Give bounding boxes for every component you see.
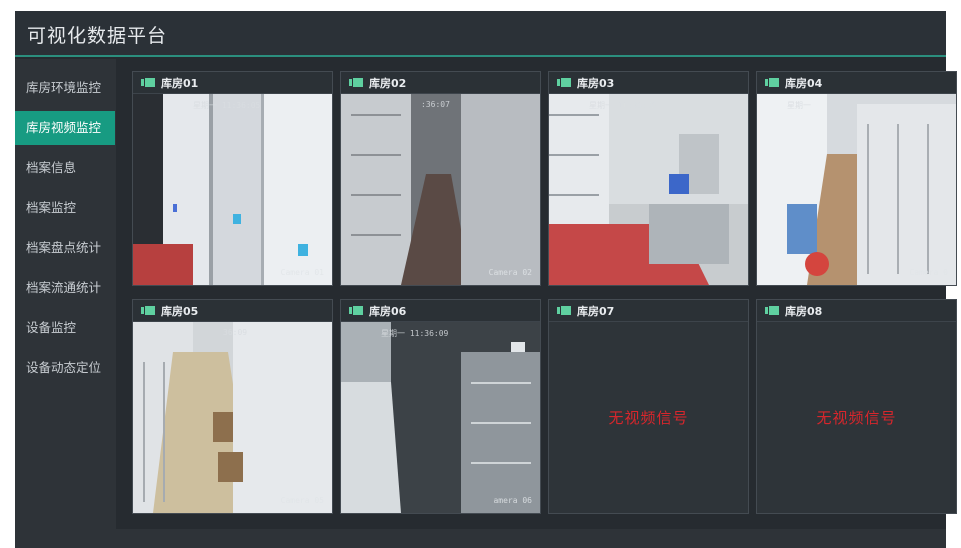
camera-label: Camera 0	[909, 268, 948, 277]
camera-feed[interactable]: 36:09 Camera 05	[133, 322, 332, 513]
camera-feed-image	[341, 94, 540, 285]
camera-icon	[141, 78, 155, 87]
camera-title: 库房07	[577, 304, 615, 318]
camera-timestamp: 星期一 11:36:09	[589, 101, 657, 110]
camera-panel-header: 库房07	[549, 300, 748, 322]
camera-timestamp: 星期一 11:36:05	[193, 101, 261, 110]
camera-timestamp: 星期一 11:36:09	[381, 329, 449, 338]
camera-feed[interactable]: 无视频信号	[549, 322, 748, 513]
camera-feed-image	[757, 94, 956, 285]
camera-timestamp: :36:07	[421, 100, 450, 109]
camera-timestamp: 星期一	[787, 101, 811, 110]
camera-icon	[141, 306, 155, 315]
camera-panel-header: 库房02	[341, 72, 540, 94]
camera-panel[interactable]: 库房08 无视频信号	[756, 299, 957, 514]
camera-feed-image	[133, 94, 332, 285]
camera-panel[interactable]: 库房02 :36:07 Camera 02	[340, 71, 541, 286]
camera-panel-header: 库房06	[341, 300, 540, 322]
sidebar-item-device-monitor[interactable]: 设备监控	[15, 311, 116, 345]
sidebar-item-device-location[interactable]: 设备动态定位	[15, 351, 116, 385]
camera-feed-image	[549, 94, 748, 285]
sidebar: 库房环境监控 库房视频监控 档案信息 档案监控 档案盘点统计 档案流通统计 设备…	[15, 59, 116, 529]
camera-label: Camera 01	[280, 268, 324, 277]
camera-feed-image	[133, 322, 332, 513]
camera-title: 库房01	[161, 76, 199, 90]
camera-title: 库房03	[577, 76, 615, 90]
camera-title: 库房02	[369, 76, 407, 90]
camera-panel[interactable]: 库房07 无视频信号	[548, 299, 749, 514]
camera-feed[interactable]: 无视频信号	[757, 322, 956, 513]
camera-label: Camera 05	[280, 496, 324, 505]
camera-feed-image	[341, 322, 540, 513]
camera-panel-header: 库房03	[549, 72, 748, 94]
camera-panel[interactable]: 库房06 星期一 11:36:09 amera 06	[340, 299, 541, 514]
camera-panel-header: 库房01	[133, 72, 332, 94]
camera-title: 库房04	[785, 76, 823, 90]
camera-feed[interactable]: 星期一 Camera 0	[757, 94, 956, 285]
camera-icon	[765, 306, 779, 315]
app-window: 可视化数据平台 库房环境监控 库房视频监控 档案信息 档案监控 档案盘点统计 档…	[15, 11, 957, 548]
camera-panel[interactable]: 库房01 星期一 11:36:05 Camera 01	[132, 71, 333, 286]
page-title: 可视化数据平台	[27, 25, 168, 47]
camera-feed[interactable]: 星期一 11:36:09 amera 06	[341, 322, 540, 513]
camera-title: 库房06	[369, 304, 407, 318]
sidebar-item-inventory-stats[interactable]: 档案盘点统计	[15, 231, 116, 265]
camera-panel-header: 库房08	[757, 300, 956, 322]
camera-icon	[557, 306, 571, 315]
camera-feed[interactable]: 星期一 11:36:05 Camera 01	[133, 94, 332, 285]
sidebar-item-circulation-stats[interactable]: 档案流通统计	[15, 271, 116, 305]
camera-icon	[765, 78, 779, 87]
no-signal-message: 无视频信号	[757, 322, 956, 513]
header: 可视化数据平台	[15, 11, 946, 57]
camera-feed[interactable]: :36:07 Camera 02	[341, 94, 540, 285]
camera-label: amera 06	[493, 496, 532, 505]
camera-label: Camera 02	[488, 268, 532, 277]
camera-panel[interactable]: 库房03 星期一 11:36:09	[548, 71, 749, 286]
camera-icon	[349, 78, 363, 87]
camera-panel-header: 库房04	[757, 72, 956, 94]
camera-panel[interactable]: 库房05 36:09 Camera 05	[132, 299, 333, 514]
sidebar-item-warehouse-environment[interactable]: 库房环境监控	[15, 71, 116, 105]
camera-timestamp: 36:09	[223, 328, 248, 337]
camera-panel-header: 库房05	[133, 300, 332, 322]
camera-icon	[349, 306, 363, 315]
camera-title: 库房08	[785, 304, 823, 318]
sidebar-item-archive-monitor[interactable]: 档案监控	[15, 191, 116, 225]
no-signal-message: 无视频信号	[549, 322, 748, 513]
camera-panel[interactable]: 库房04 星期一 Camera 0	[756, 71, 957, 286]
camera-feed[interactable]: 星期一 11:36:09	[549, 94, 748, 285]
sidebar-item-warehouse-video[interactable]: 库房视频监控	[15, 111, 115, 145]
camera-icon	[557, 78, 571, 87]
sidebar-item-archive-info[interactable]: 档案信息	[15, 151, 116, 185]
camera-title: 库房05	[161, 304, 199, 318]
footer-bar	[15, 529, 946, 548]
video-grid: 库房01 星期一 11:36:05 Camera 01 库房02:36:07 …	[116, 59, 957, 529]
